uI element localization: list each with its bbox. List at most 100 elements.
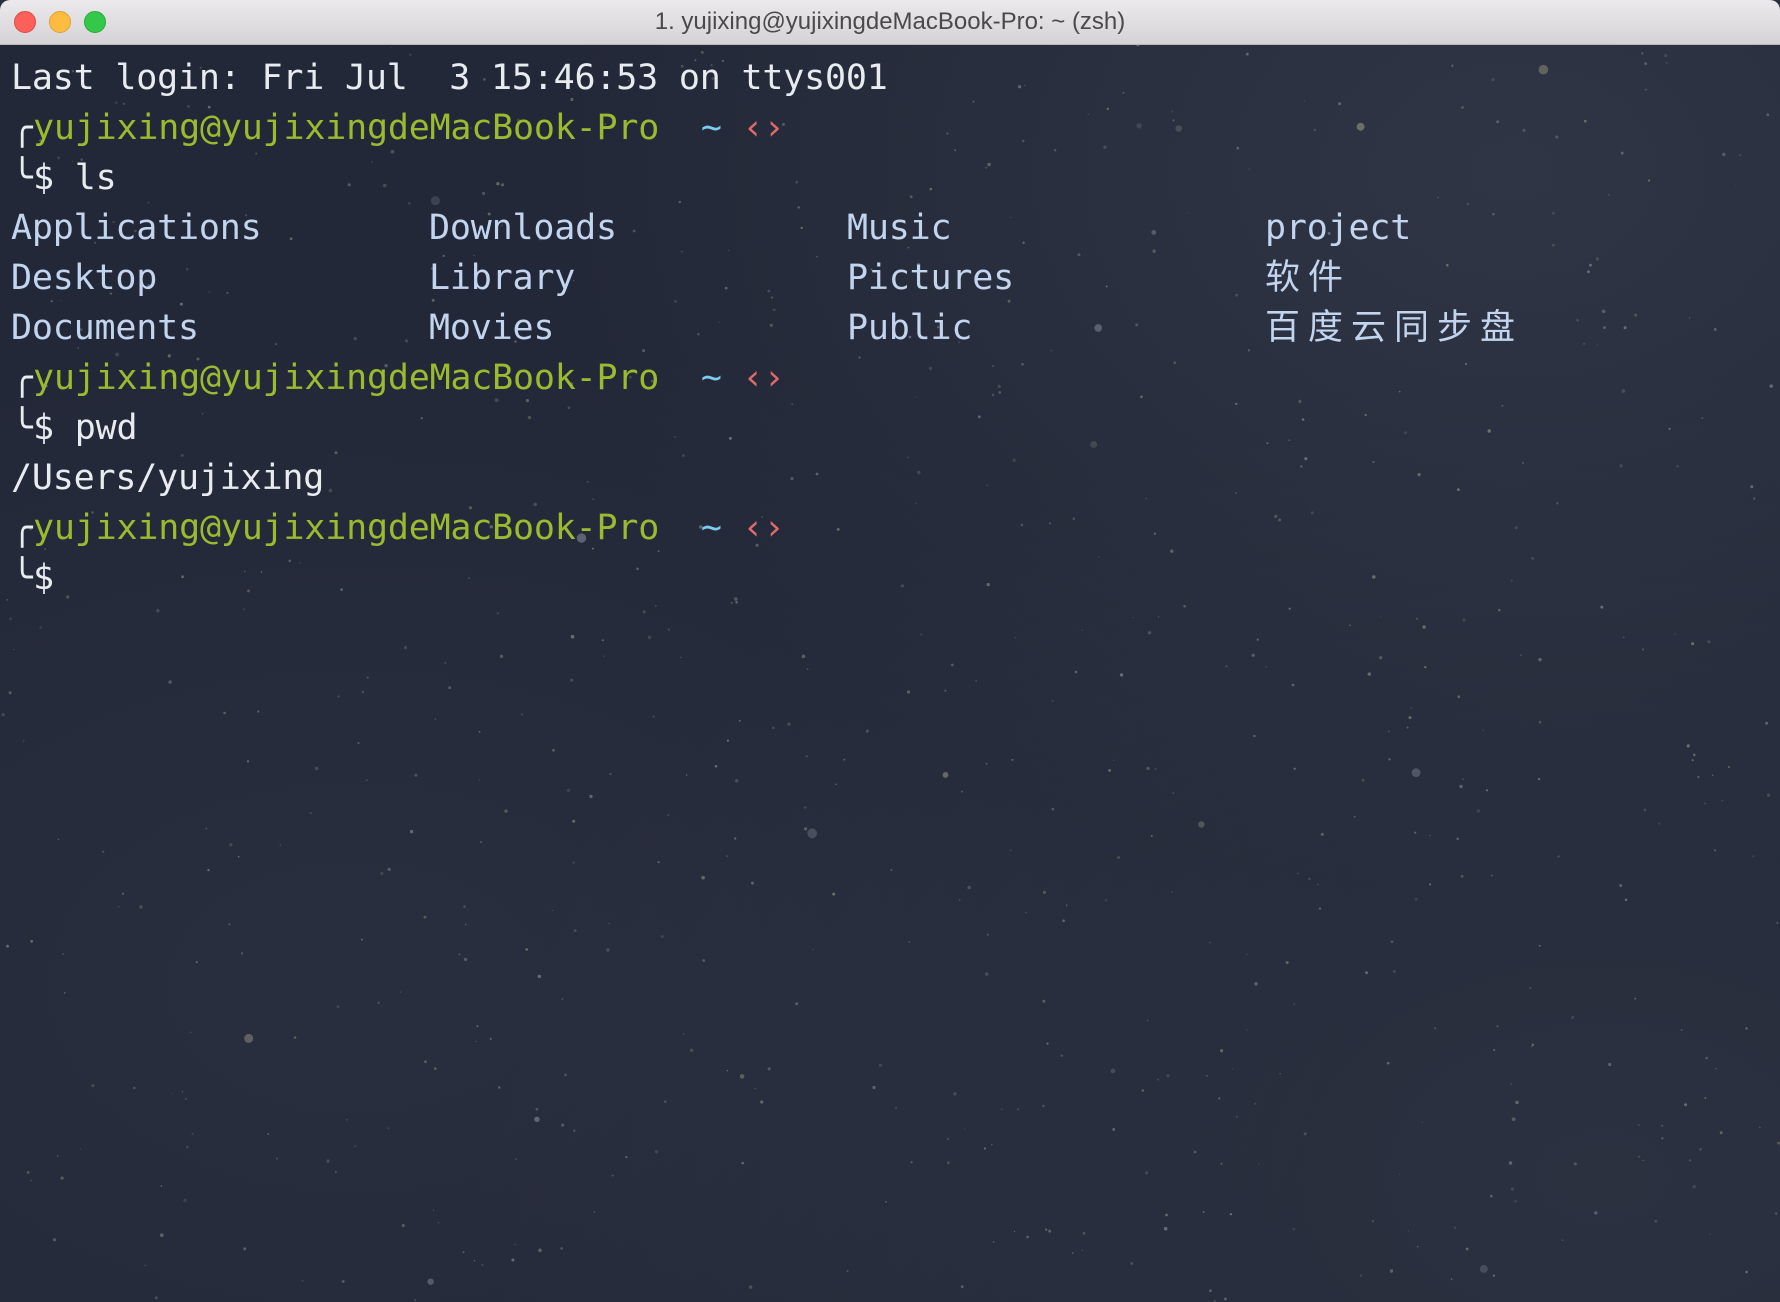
title-bar[interactable]: 1. yujixing@yujixingdeMacBook-Pro: ~ (zs… <box>0 0 1780 45</box>
star <box>1658 822 1661 825</box>
star <box>1654 1219 1658 1223</box>
star <box>760 1100 764 1104</box>
star <box>423 915 427 919</box>
star <box>1711 774 1714 776</box>
star <box>1705 1056 1708 1060</box>
star <box>1165 1213 1168 1217</box>
prompt-user-host: yujixing@yujixingdeMacBook-Pro <box>33 358 660 398</box>
command-text: pwd <box>74 408 138 448</box>
star <box>667 628 670 631</box>
star <box>246 760 250 763</box>
star <box>625 1156 628 1159</box>
star <box>655 605 657 607</box>
star <box>573 929 577 932</box>
star <box>1538 944 1541 947</box>
star <box>354 1145 357 1148</box>
ls-entry: Music <box>847 208 952 248</box>
star <box>57 1155 59 1157</box>
star <box>726 1069 729 1072</box>
star <box>960 790 963 793</box>
star <box>357 742 360 744</box>
star <box>168 680 172 684</box>
star <box>566 788 571 793</box>
star <box>1661 1124 1664 1127</box>
prompt-user-host: yujixing@yujixingdeMacBook-Pro <box>33 108 660 148</box>
star <box>1460 874 1464 878</box>
star <box>570 634 575 639</box>
star <box>463 957 468 962</box>
star <box>564 1073 567 1077</box>
star <box>361 690 365 694</box>
star <box>6 944 9 948</box>
star <box>360 938 363 941</box>
star <box>1410 707 1413 709</box>
star <box>335 1171 337 1174</box>
star <box>1594 1211 1598 1215</box>
star <box>1104 899 1108 902</box>
prompt-symbol: $ <box>33 158 54 198</box>
star <box>1713 328 1717 331</box>
star <box>1498 608 1501 612</box>
star <box>647 635 652 640</box>
star <box>1081 1249 1083 1251</box>
star <box>458 953 461 956</box>
ls-entry: Pictures <box>847 258 1014 298</box>
star <box>1071 1252 1074 1254</box>
prompt-top-corner: ╭ <box>11 508 33 548</box>
star <box>1048 1229 1052 1233</box>
star <box>807 828 818 839</box>
star <box>606 948 610 952</box>
star <box>667 813 670 817</box>
star <box>403 645 408 650</box>
star <box>570 678 574 682</box>
star <box>30 1179 32 1182</box>
star <box>601 639 604 642</box>
star <box>244 1033 254 1043</box>
star <box>832 892 836 896</box>
star <box>1407 1230 1410 1232</box>
prompt-line: ╭yujixing@yujixingdeMacBook-Pro ~ ‹› <box>11 503 1683 553</box>
active-command-line[interactable]: ╰$ <box>11 553 1683 603</box>
star <box>1011 758 1014 761</box>
prompt-line: ╭yujixing@yujixingdeMacBook-Pro ~ ‹› <box>11 103 1683 153</box>
star <box>1154 768 1157 770</box>
ls-entry: Documents <box>11 308 199 348</box>
star <box>365 779 368 781</box>
star <box>1146 766 1150 771</box>
ls-row: Documents Movies Public 百度云同步盘 <box>11 303 1683 353</box>
star <box>1637 1123 1640 1126</box>
star <box>133 1086 136 1090</box>
star <box>1421 1121 1424 1124</box>
terminal-area[interactable]: Last login: Fri Jul 3 15:46:53 on ttys00… <box>0 45 1780 1302</box>
star <box>1493 1048 1496 1052</box>
star <box>39 626 42 629</box>
ls-entry: Desktop <box>11 258 158 298</box>
star <box>6 599 9 601</box>
star <box>79 1148 82 1150</box>
star <box>1051 807 1055 811</box>
star <box>1367 672 1372 676</box>
star <box>257 710 260 713</box>
star <box>1634 997 1637 1000</box>
star <box>432 1209 435 1212</box>
window-title: 1. yujixing@yujixingdeMacBook-Pro: ~ (zs… <box>654 8 1126 35</box>
prompt-git-indicator: ‹› <box>742 508 785 548</box>
star <box>1388 758 1391 761</box>
star <box>1141 1089 1145 1092</box>
star <box>801 654 806 659</box>
prompt-top-corner: ╭ <box>11 108 33 148</box>
star <box>1496 1025 1499 1028</box>
star <box>1303 1132 1307 1136</box>
star <box>1600 605 1604 609</box>
star <box>1380 616 1382 618</box>
star <box>682 1033 685 1035</box>
star <box>1608 1062 1612 1067</box>
star <box>1688 1159 1692 1162</box>
star <box>846 1270 849 1273</box>
star <box>1279 1073 1281 1075</box>
star <box>1293 767 1296 770</box>
star <box>1424 666 1427 669</box>
star <box>654 1150 659 1154</box>
star <box>474 1040 477 1043</box>
star <box>1456 837 1459 840</box>
